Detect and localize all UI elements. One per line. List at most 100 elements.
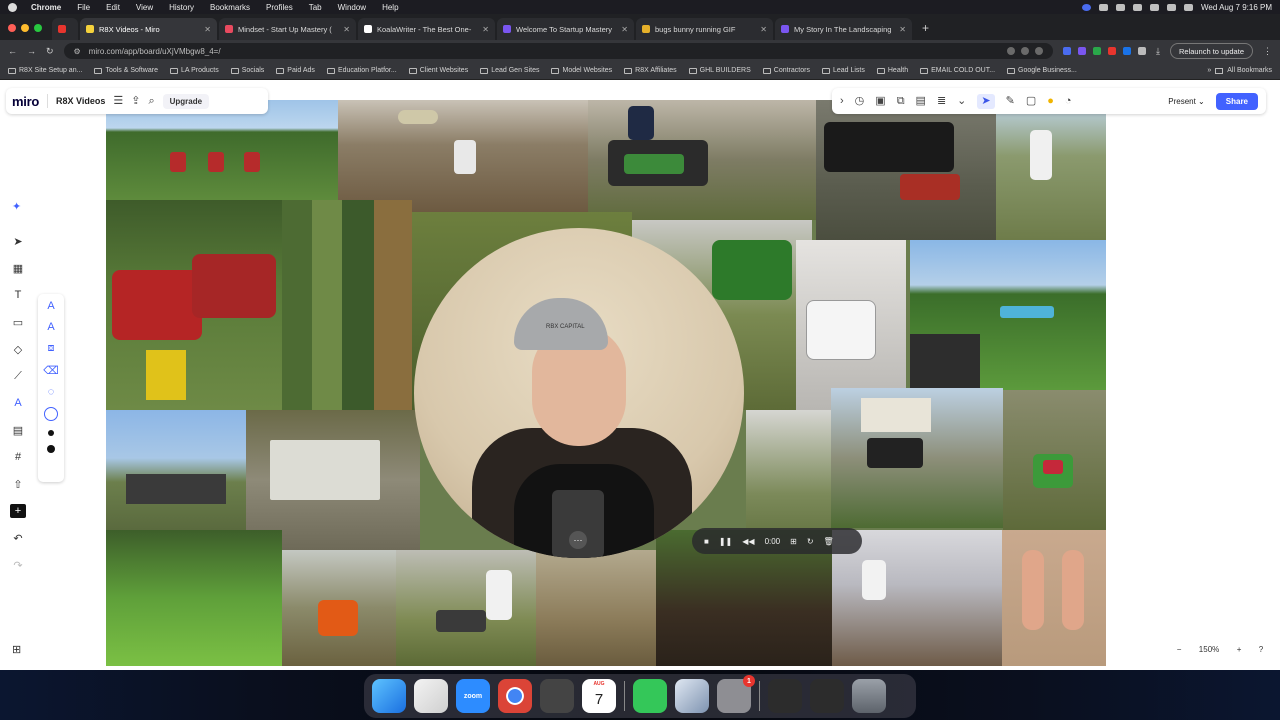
extension-icon[interactable] [1062,47,1071,55]
help-icon[interactable]: ? [1259,645,1263,654]
bell-icon[interactable]: ◔ [1065,95,1072,107]
upload-icon[interactable]: ⇧ [10,477,26,491]
color-black-small[interactable] [48,430,54,436]
connection-line-icon[interactable]: ⟋ [10,369,26,383]
screenshot-icon[interactable] [675,679,709,713]
comments-icon[interactable]: ▢ [1026,95,1036,107]
photo-digging-yard[interactable] [338,100,588,212]
close-window-icon[interactable] [8,24,16,32]
calendar-icon[interactable]: AUG 7 [582,679,616,713]
lasso-icon[interactable]: ◌ [48,386,55,398]
status-app-icon[interactable] [1115,3,1125,11]
menu-help[interactable]: Help [382,3,398,12]
board-name[interactable]: R8X Videos [56,96,105,106]
templates-icon[interactable]: ▦ [10,261,26,275]
chrome-menu-icon[interactable]: ⋮ [1263,46,1272,57]
miro-board[interactable]: miro R8X Videos ☰ ⇪ ⌕ Upgrade › ◷ ▣ ⧉ ▤ … [0,80,1280,670]
close-tab-icon[interactable]: ✕ [899,25,906,34]
extensions-puzzle-icon[interactable] [1137,47,1146,55]
photo-zero-turn-mower[interactable] [588,100,816,220]
all-bookmarks[interactable]: » All Bookmarks [1207,67,1272,74]
extension-icon[interactable] [1006,47,1015,55]
photo-striped-lawn[interactable] [106,530,282,666]
status-app-icon[interactable] [1098,3,1108,11]
video-icon[interactable]: ▣ [875,95,885,107]
photo-red-mowers[interactable] [106,200,282,410]
photo-trailer-equipment[interactable] [106,410,246,530]
photo-skid-steer[interactable] [536,550,656,666]
trash-icon[interactable] [852,679,886,713]
chevron-down-icon[interactable]: ⌄ [957,95,966,107]
close-tab-icon[interactable]: ✕ [760,25,767,34]
trash-icon[interactable]: 🗑 [824,537,834,546]
menu-tab[interactable]: Tab [309,3,322,12]
ai-sparkle-icon[interactable]: ✦ [12,200,21,213]
bookmark-item[interactable]: R8X Affiliates [624,67,677,74]
photo-sunburned-feet[interactable] [1002,530,1106,666]
tab-miro[interactable]: R8X Videos - Miro ✕ [80,18,217,40]
extension-icon[interactable] [1020,47,1029,55]
pen-icon[interactable]: A [10,396,26,410]
pen-tool-icon[interactable]: A [47,300,54,312]
new-tab-button[interactable]: + [914,21,937,40]
tab-my-story[interactable]: My Story In The Landscaping ✕ [775,18,912,40]
photo-pool-lawn[interactable] [910,240,1106,390]
menu-window[interactable]: Window [338,3,366,12]
tab-startup-mastery[interactable]: Welcome To Startup Mastery ✕ [497,18,634,40]
reload-icon[interactable]: ↻ [46,46,54,57]
download-icon[interactable]: ⤓ [1156,46,1160,57]
photo-deck-leaf-blower[interactable] [246,410,420,550]
bookmark-item[interactable]: Education Platfor... [326,67,397,74]
bookmark-item[interactable]: Socials [230,67,264,74]
pause-icon[interactable]: ❚❚ [719,537,732,546]
rewind-icon[interactable]: ◀◀ [742,537,754,546]
bookmark-item[interactable]: Paid Ads [276,67,315,74]
bookmark-item[interactable]: GHL BUILDERS [688,67,751,74]
bookmark-item[interactable]: R8X Site Setup an... [8,67,82,74]
menu-bookmarks[interactable]: Bookmarks [210,3,250,12]
url-text[interactable]: miro.com/app/board/uXjVMbgw8_4=/ [89,47,221,56]
extension-icon[interactable] [1107,47,1116,55]
upgrade-button[interactable]: Upgrade [162,93,210,109]
minimized-window-thumbnail[interactable] [768,679,802,713]
close-tab-icon[interactable]: ✕ [621,25,628,34]
close-tab-icon[interactable]: ✕ [482,25,489,34]
close-tab-icon[interactable]: ✕ [204,25,211,34]
finder-icon[interactable] [372,679,406,713]
calculator-icon[interactable] [540,679,574,713]
redo-icon[interactable]: ↷ [10,558,26,572]
extension-icon[interactable] [1122,47,1131,55]
stop-icon[interactable]: ■ [704,537,709,546]
bookmark-item[interactable]: Health [876,67,908,74]
cursor-share-icon[interactable]: ➤ [977,93,995,109]
eraser-icon[interactable]: ⌫ [43,364,59,377]
relaunch-button[interactable]: Relaunch to update [1169,43,1253,59]
export-icon[interactable]: ⇪ [131,95,140,107]
add-more-icon[interactable]: + [10,504,26,518]
color-black-large[interactable] [47,445,55,453]
photo-thumbnail-grid[interactable] [282,200,412,410]
bookmark-item[interactable]: Lead Gen Sites [480,67,539,74]
bookmark-item[interactable]: Lead Lists [821,67,865,74]
photo-storefront-truck[interactable] [831,388,1003,528]
forward-icon[interactable]: → [27,46,36,56]
minimize-window-icon[interactable] [21,24,29,32]
photo-dump-truck[interactable] [816,100,996,240]
bookmark-item[interactable]: Client Websites [408,67,468,74]
menu-edit[interactable]: Edit [106,3,120,12]
launchpad-icon[interactable] [414,679,448,713]
status-app-icon[interactable] [1081,3,1091,11]
menu-view[interactable]: View [136,3,153,12]
search-icon[interactable]: ⌕ [148,95,154,107]
bookmark-item[interactable]: Tools & Software [94,67,158,74]
webcam-bubble[interactable]: RBX CAPITAL [414,228,744,558]
clock[interactable]: Wed Aug 7 9:16 PM [1201,3,1272,12]
chrome-icon[interactable] [498,679,532,713]
site-info-icon[interactable]: ⚙ [74,47,81,56]
stroke-size-small[interactable] [44,407,58,421]
messages-icon[interactable] [633,679,667,713]
extension-icon[interactable] [1077,47,1086,55]
back-icon[interactable]: ← [8,46,17,56]
marker-tool-icon[interactable]: A [47,321,54,333]
notes-icon[interactable]: ▤ [916,95,926,107]
